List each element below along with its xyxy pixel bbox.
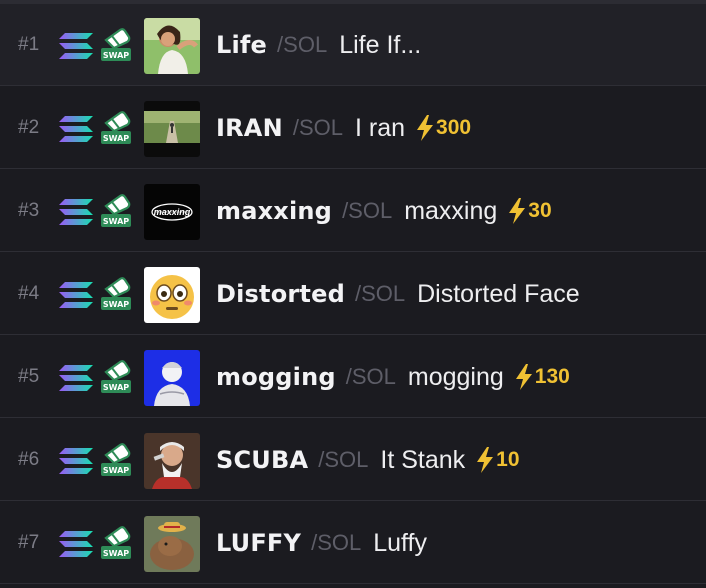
boost-count: 30 (528, 199, 552, 222)
token-ticker[interactable]: maxxing (216, 197, 332, 225)
swap-label: SWAP (103, 300, 129, 309)
token-row[interactable]: #5 SWAP mogging/SOL mogging 130 (0, 336, 706, 418)
token-row[interactable]: #6 SWAP SCUBA/SOL It Stank 10 (0, 419, 706, 501)
token-row[interactable]: #3 SWAP maxxing maxxing/SOL maxxing 30 (0, 170, 706, 252)
token-name: mogging (407, 362, 504, 391)
swap-label: SWAP (103, 549, 129, 558)
quote-pair: /SOL (354, 281, 406, 306)
rank-label: #4 (18, 283, 40, 304)
solana-icon (59, 33, 93, 59)
token-names: maxxing/SOL maxxing 30 (216, 170, 552, 252)
lightning-bolt-icon (477, 447, 494, 473)
boost-badge: 10 (475, 447, 520, 473)
token-name: I ran (355, 113, 406, 142)
token-names: Distorted/SOL Distorted Face (216, 253, 580, 335)
swap-icon[interactable]: SWAP (100, 28, 132, 62)
solana-icon (59, 365, 93, 391)
token-ticker[interactable]: SCUBA (216, 446, 308, 474)
quote-pair: /SOL (292, 115, 344, 140)
solana-icon (59, 116, 93, 142)
running-path-image (144, 101, 200, 157)
token-ticker[interactable]: mogging (216, 363, 336, 391)
token-row[interactable]: #7 SWAP LUFFY/SOL Luffy (0, 502, 706, 584)
rank-label: #7 (18, 532, 40, 553)
boost-count: 130 (534, 365, 570, 388)
token-names: Life/SOL Life If... (216, 4, 421, 86)
token-ticker[interactable]: LUFFY (216, 529, 301, 557)
swap-icon[interactable]: SWAP (100, 277, 132, 311)
token-names: IRAN/SOL I ran 300 (216, 87, 471, 169)
token-ticker[interactable]: IRAN (216, 114, 283, 142)
quote-pair: /SOL (277, 32, 328, 57)
statue-blue-image (144, 350, 200, 406)
flushed-face-emoji-image (144, 267, 200, 323)
token-name: Distorted Face (417, 279, 580, 308)
token-name: maxxing (404, 196, 498, 225)
rank-label: #6 (18, 449, 40, 470)
boost-badge: 300 (415, 115, 471, 141)
token-names: LUFFY/SOL Luffy (216, 502, 427, 584)
quote-pair: /SOL (318, 447, 369, 472)
solana-icon (59, 531, 93, 557)
old-man-smoking-image (144, 433, 200, 489)
swap-label: SWAP (103, 134, 129, 143)
lightning-bolt-icon (509, 198, 526, 224)
swap-icon[interactable]: SWAP (100, 526, 132, 560)
token-name: It Stank (380, 445, 466, 474)
boost-badge: 30 (507, 198, 552, 224)
swap-label: SWAP (103, 383, 129, 392)
token-row[interactable]: #1 SWAP Life/SOL Life If... (0, 4, 706, 86)
token-name: Life If... (339, 30, 422, 59)
rank-label: #1 (18, 34, 40, 55)
swap-icon[interactable]: SWAP (100, 443, 132, 477)
token-row[interactable]: #2 SWAP IRAN/SOL I ran 300 (0, 87, 706, 169)
lightning-bolt-icon (515, 364, 532, 390)
capybara-straw-hat-image (144, 516, 200, 572)
token-row[interactable]: #4 SWAP Distorted/SOL Distorted Face (0, 253, 706, 335)
lightning-bolt-icon (417, 115, 434, 141)
token-ticker[interactable]: Life (216, 31, 267, 59)
token-names: SCUBA/SOL It Stank 10 (216, 419, 520, 501)
token-ticker[interactable]: Distorted (216, 280, 345, 308)
maxxing-logo-image: maxxing (144, 184, 200, 240)
token-name: Luffy (373, 528, 427, 557)
boost-badge: 130 (514, 364, 570, 390)
solana-icon (59, 199, 93, 225)
swap-icon[interactable]: SWAP (100, 111, 132, 145)
swap-icon[interactable]: SWAP (100, 360, 132, 394)
smiling-woman-field-image (144, 18, 200, 74)
quote-pair: /SOL (311, 530, 362, 555)
quote-pair: /SOL (342, 198, 393, 223)
token-names: mogging/SOL mogging 130 (216, 336, 570, 418)
solana-icon (59, 282, 93, 308)
quote-pair: /SOL (345, 364, 396, 389)
rank-label: #3 (18, 200, 40, 221)
rank-label: #2 (18, 117, 40, 138)
token-list: #1 SWAP Life/SOL Life If... #2 SWAP IRAN/SOL… (0, 0, 706, 588)
swap-label: SWAP (103, 51, 129, 60)
solana-icon (59, 448, 93, 474)
rank-label: #5 (18, 366, 40, 387)
swap-icon[interactable]: SWAP (100, 194, 132, 228)
boost-count: 10 (496, 448, 520, 471)
boost-count: 300 (436, 116, 472, 139)
swap-label: SWAP (103, 466, 129, 475)
swap-label: SWAP (103, 217, 129, 226)
